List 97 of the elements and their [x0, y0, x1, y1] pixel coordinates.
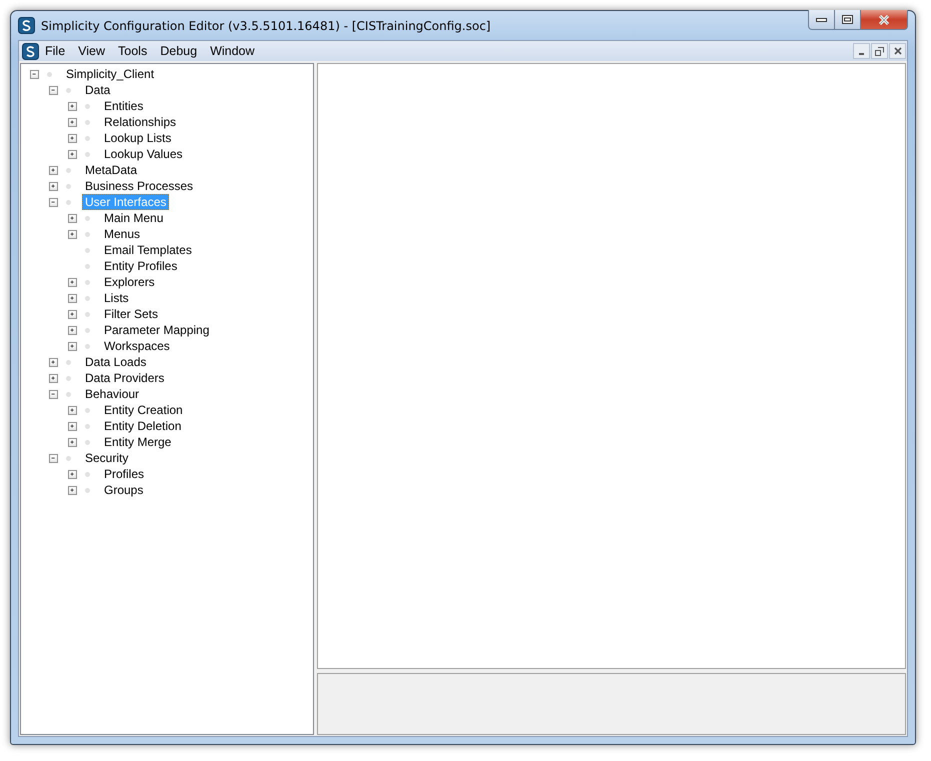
tree-item[interactable]: Email Templates: [101, 242, 195, 258]
tree-item[interactable]: Lists: [101, 290, 132, 306]
collapse-icon[interactable]: [49, 390, 58, 398]
expand-icon[interactable]: [68, 342, 77, 350]
expand-icon[interactable]: [68, 470, 77, 478]
node-icon: [85, 408, 90, 412]
node-icon: [85, 328, 90, 332]
node-icon: [85, 296, 90, 300]
close-icon: [878, 14, 890, 24]
tree-item[interactable]: Entity Merge: [101, 434, 174, 450]
expand-icon[interactable]: [68, 406, 77, 414]
expand-icon[interactable]: [68, 486, 77, 494]
node-icon: [85, 104, 90, 108]
menu-item[interactable]: Tools: [112, 44, 154, 58]
node-icon: [66, 168, 71, 172]
menu-item[interactable]: Window: [204, 44, 262, 58]
minimize-button[interactable]: [853, 43, 870, 59]
document-logo-icon: [22, 42, 39, 60]
tree-item[interactable]: Main Menu: [101, 210, 166, 226]
expand-icon[interactable]: [68, 102, 77, 110]
expand-icon[interactable]: [49, 182, 58, 190]
expand-icon[interactable]: [68, 294, 77, 302]
node-icon: [66, 360, 71, 364]
node-icon: [85, 488, 90, 492]
tree-item[interactable]: Groups: [101, 482, 146, 498]
tree-item[interactable]: Data Providers: [82, 370, 168, 386]
node-icon: [85, 152, 90, 156]
tree-item[interactable]: Entities: [101, 98, 146, 114]
node-icon: [85, 120, 90, 124]
expand-icon[interactable]: [49, 374, 58, 382]
tree-item[interactable]: Data Loads: [82, 354, 150, 370]
tree-item[interactable]: Lookup Lists: [101, 130, 174, 146]
tree-item[interactable]: Profiles: [101, 466, 148, 482]
expand-icon[interactable]: [68, 134, 77, 142]
collapse-icon[interactable]: [49, 454, 58, 462]
expand-icon[interactable]: [68, 118, 77, 126]
tree-item[interactable]: MetaData: [82, 162, 140, 178]
tree-item[interactable]: Simplicity_Client: [63, 66, 158, 82]
tree-item[interactable]: Parameter Mapping: [101, 322, 212, 338]
expand-icon[interactable]: [68, 278, 77, 286]
tree-item[interactable]: Behaviour: [82, 386, 142, 402]
node-icon: [85, 280, 90, 284]
tree-item[interactable]: Workspaces: [101, 338, 173, 354]
tree-item[interactable]: Menus: [101, 226, 144, 242]
tree-item[interactable]: Relationships: [101, 114, 180, 130]
tree-item[interactable]: Filter Sets: [101, 306, 162, 322]
node-icon: [85, 424, 90, 428]
expand-icon[interactable]: [49, 166, 58, 174]
tree-item[interactable]: Entity Deletion: [101, 418, 184, 434]
maximize-icon: [842, 15, 853, 24]
restore-icon: [875, 46, 884, 56]
close-button[interactable]: [861, 10, 908, 30]
node-icon: [85, 472, 90, 476]
tree-item[interactable]: Data: [82, 82, 114, 98]
tree-item[interactable]: Business Processes: [82, 178, 196, 194]
expand-icon[interactable]: [68, 326, 77, 334]
minimize-icon: [816, 18, 827, 22]
tree-item[interactable]: Security: [82, 450, 132, 466]
expand-icon[interactable]: [68, 214, 77, 222]
node-icon: [85, 216, 90, 220]
minimize-button[interactable]: [808, 10, 835, 30]
node-icon: [85, 312, 90, 316]
expand-icon[interactable]: [68, 150, 77, 158]
node-icon: [85, 248, 90, 252]
expand-icon[interactable]: [68, 438, 77, 446]
collapse-icon[interactable]: [49, 198, 58, 206]
restore-button[interactable]: [871, 43, 888, 59]
app-logo-icon: [18, 17, 35, 34]
tree-item[interactable]: Explorers: [101, 274, 158, 290]
node-icon: [85, 440, 90, 444]
collapse-icon[interactable]: [30, 70, 39, 78]
collapse-icon[interactable]: [49, 86, 58, 94]
node-icon: [85, 136, 90, 140]
menu-item[interactable]: Debug: [154, 44, 204, 58]
node-icon: [66, 200, 71, 204]
node-icon: [85, 232, 90, 236]
node-icon: [66, 184, 71, 188]
node-icon: [47, 72, 52, 76]
expand-icon[interactable]: [68, 230, 77, 238]
node-icon: [66, 456, 71, 460]
close-icon: [894, 47, 902, 55]
close-button[interactable]: [889, 43, 906, 59]
expand-icon[interactable]: [68, 422, 77, 430]
node-icon: [85, 264, 90, 268]
tree-item[interactable]: Lookup Values: [101, 146, 186, 162]
expand-icon[interactable]: [49, 358, 58, 366]
expand-icon[interactable]: [68, 310, 77, 318]
menu-item[interactable]: File: [39, 44, 72, 58]
node-icon: [66, 376, 71, 380]
tree-item[interactable]: Entity Creation: [101, 402, 186, 418]
node-icon: [66, 88, 71, 92]
menu-item[interactable]: View: [72, 44, 112, 58]
node-icon: [66, 392, 71, 396]
maximize-button[interactable]: [835, 10, 861, 30]
node-icon: [85, 344, 90, 348]
tree-item[interactable]: Entity Profiles: [101, 258, 180, 274]
window-title: Simplicity Configuration Editor (v3.5.5101.16481) - [CISTrainingConfig.soc]: [41, 18, 492, 32]
